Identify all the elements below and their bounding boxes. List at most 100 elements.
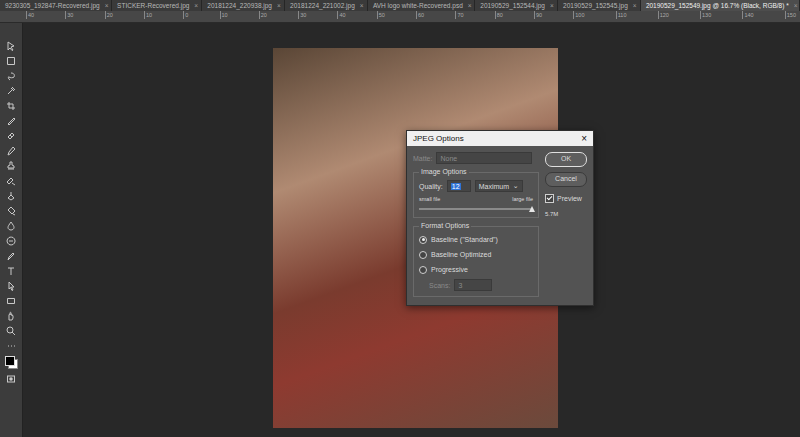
tool-icon[interactable]	[6, 236, 16, 246]
ruler-tick: 10	[220, 11, 228, 19]
tool-icon[interactable]	[6, 311, 16, 321]
document-tab[interactable]: STICKER-Recovered.jpg ×	[112, 0, 202, 11]
ruler-tick: 120	[658, 11, 669, 19]
format-options-group: Format OptionsBaseline ("Standard")Basel…	[413, 226, 539, 297]
quality-row: Quality:12Maximum⌄	[419, 180, 533, 192]
group-legend: Image Options	[419, 168, 469, 175]
document-tab[interactable]: 20190529_152545.jpg ×	[558, 0, 641, 11]
dialog-title-bar[interactable]: JPEG Options×	[407, 131, 593, 146]
jpeg-options-dialog: JPEG Options×Matte:NoneImage OptionsQual…	[406, 130, 594, 306]
tool-icon[interactable]	[6, 191, 16, 201]
file-size: 5.7M	[545, 211, 587, 217]
tool-icon[interactable]	[6, 161, 16, 171]
tab-close-button[interactable]: ×	[468, 2, 472, 9]
large-file-label: large file	[512, 196, 533, 202]
tool-bar	[0, 23, 23, 437]
preview-checkbox[interactable]	[545, 194, 554, 203]
foreground-color-icon[interactable]	[5, 356, 15, 366]
document-tab[interactable]: 20181224_221002.jpg×	[285, 0, 368, 11]
format-radio[interactable]: Baseline Optimized	[419, 249, 533, 260]
tool-icon[interactable]	[6, 341, 16, 351]
tool-icon[interactable]	[6, 296, 16, 306]
tool-icon[interactable]	[6, 56, 16, 66]
ruler-tick: 40	[337, 11, 345, 19]
format-radio[interactable]: Baseline ("Standard")	[419, 234, 533, 245]
tool-icon[interactable]	[6, 146, 16, 156]
ruler-tick: 0	[183, 11, 188, 19]
dialog-body: Matte:NoneImage OptionsQuality:12Maximum…	[407, 146, 593, 305]
tool-icon[interactable]	[6, 206, 16, 216]
workspace: JPEG Options×Matte:NoneImage OptionsQual…	[0, 23, 800, 437]
ruler-tick: 80	[495, 11, 503, 19]
tab-close-button[interactable]: ×	[794, 2, 798, 9]
ruler-tick: 50	[377, 11, 385, 19]
tool-icon[interactable]	[6, 41, 16, 51]
quick-mask-icon[interactable]	[6, 374, 16, 384]
ruler-tick: 110	[616, 11, 627, 19]
tab-close-button[interactable]: ×	[105, 2, 109, 9]
radio-button[interactable]	[419, 266, 427, 274]
preset-value: Maximum	[479, 183, 509, 190]
document-tab[interactable]: 20181224_220938.jpg×	[202, 0, 285, 11]
tab-close-button[interactable]: ×	[277, 2, 281, 9]
quality-preset-select[interactable]: Maximum ⌄	[475, 180, 523, 192]
scans-select: 3	[454, 279, 492, 291]
ruler-tick: 70	[455, 11, 463, 19]
document-tab[interactable]: 20190529_152544.jpg×	[475, 0, 558, 11]
tab-label: 20190529_152549.jpg @ 16.7% (Black, RGB/…	[646, 2, 789, 9]
ruler-tick: 90	[534, 11, 542, 19]
photoshop-window: 9230305_192847-Recovered.jpg×STICKER-Rec…	[0, 0, 800, 437]
color-swatches[interactable]	[5, 356, 18, 369]
tool-icon[interactable]	[6, 326, 16, 336]
matte-select: None	[436, 152, 532, 164]
radio-button[interactable]	[419, 236, 427, 244]
tab-label: 9230305_192847-Recovered.jpg	[5, 2, 100, 9]
dialog-button[interactable]: Cancel	[545, 172, 587, 187]
buttons-column: OK Cancel Preview 5.7M	[545, 152, 587, 297]
radio-button[interactable]	[419, 251, 427, 259]
tab-label: STICKER-Recovered.jpg	[117, 2, 189, 9]
small-file-label: small file	[419, 196, 440, 202]
dialog-close-button[interactable]: ×	[581, 135, 587, 143]
tool-icon[interactable]	[6, 101, 16, 111]
dialog-button[interactable]: OK	[545, 152, 587, 167]
document-tab[interactable]: 9230305_192847-Recovered.jpg ×	[0, 0, 112, 11]
horizontal-ruler: 4030201001020304050607080901001101201301…	[0, 11, 800, 23]
matte-label: Matte:	[413, 155, 432, 162]
document-tab[interactable]: AVH logo white-Recovered.psd×	[368, 0, 475, 11]
preview-checkbox-row[interactable]: Preview	[545, 194, 587, 203]
image-options-group: Image OptionsQuality:12Maximum⌄small fil…	[413, 172, 539, 218]
slider-knob[interactable]	[529, 206, 535, 212]
tool-icon[interactable]	[6, 176, 16, 186]
tab-close-button[interactable]: ×	[550, 2, 554, 9]
dropdown-arrow-icon: ⌄	[513, 182, 519, 190]
ruler-tick: 130	[700, 11, 711, 19]
ruler-tick: 20	[105, 11, 113, 19]
ruler-tick: 30	[298, 11, 306, 19]
tool-icon[interactable]	[6, 281, 16, 291]
tool-icon[interactable]	[6, 71, 16, 81]
ruler-tick: 60	[416, 11, 424, 19]
ruler-tick: 100	[573, 11, 584, 19]
slider-labels: small file large file	[419, 196, 533, 202]
tool-icon[interactable]	[6, 86, 16, 96]
tool-icon[interactable]	[6, 251, 16, 261]
format-radio[interactable]: Progressive	[419, 264, 533, 275]
tab-close-button[interactable]: ×	[194, 2, 198, 9]
radio-label: Baseline Optimized	[431, 251, 491, 258]
document-tab[interactable]: 20190529_152549.jpg @ 16.7% (Black, RGB/…	[641, 0, 800, 11]
tab-close-button[interactable]: ×	[633, 2, 637, 9]
quality-slider[interactable]	[419, 206, 533, 212]
ruler-tick: 40	[26, 11, 34, 19]
tab-label: 20190529_152545.jpg	[563, 2, 628, 9]
tool-icon[interactable]	[6, 116, 16, 126]
tool-icon[interactable]	[6, 266, 16, 276]
tool-icon[interactable]	[6, 131, 16, 141]
quality-input[interactable]: 12	[447, 180, 471, 192]
tool-icon[interactable]	[6, 221, 16, 231]
scans-label: Scans:	[429, 282, 450, 289]
preview-label: Preview	[557, 195, 582, 202]
options-column: Matte:NoneImage OptionsQuality:12Maximum…	[413, 152, 539, 297]
tab-close-button[interactable]: ×	[360, 2, 364, 9]
canvas-area: JPEG Options×Matte:NoneImage OptionsQual…	[23, 23, 800, 437]
